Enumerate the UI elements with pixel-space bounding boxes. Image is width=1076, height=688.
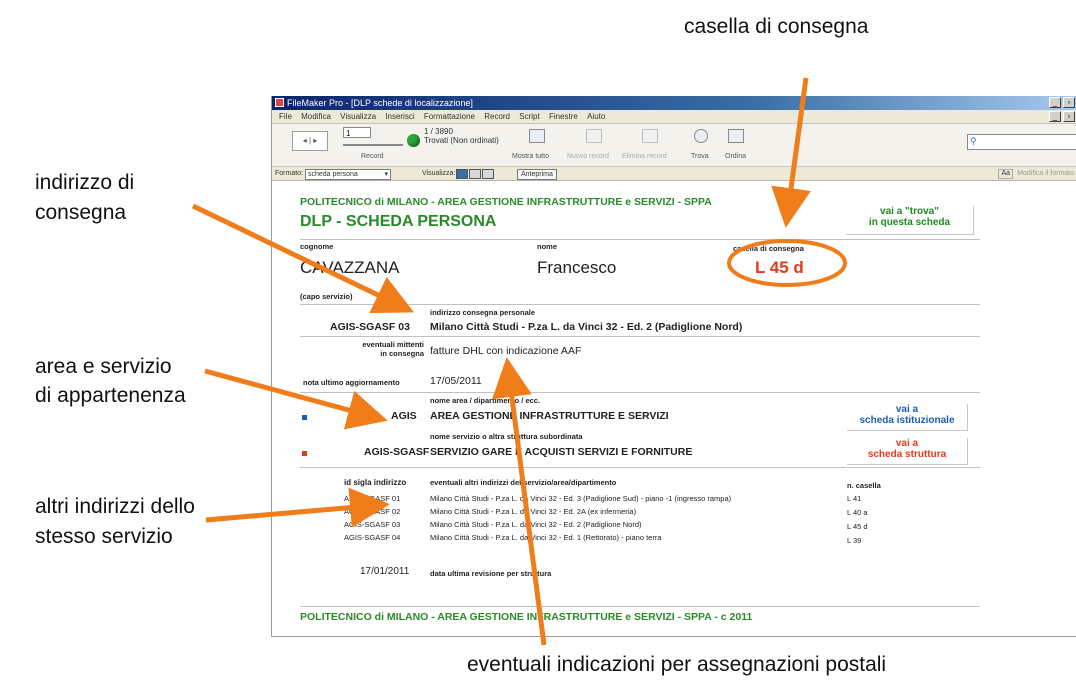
arrow-eventuali bbox=[492, 357, 547, 646]
arrow-altri bbox=[205, 487, 390, 528]
arrow-indirizzo bbox=[191, 203, 415, 314]
arrow-casella bbox=[771, 77, 811, 228]
annotation-overlay bbox=[191, 77, 847, 646]
casella-highlight-ellipse bbox=[727, 239, 847, 287]
arrow-area bbox=[204, 368, 388, 430]
